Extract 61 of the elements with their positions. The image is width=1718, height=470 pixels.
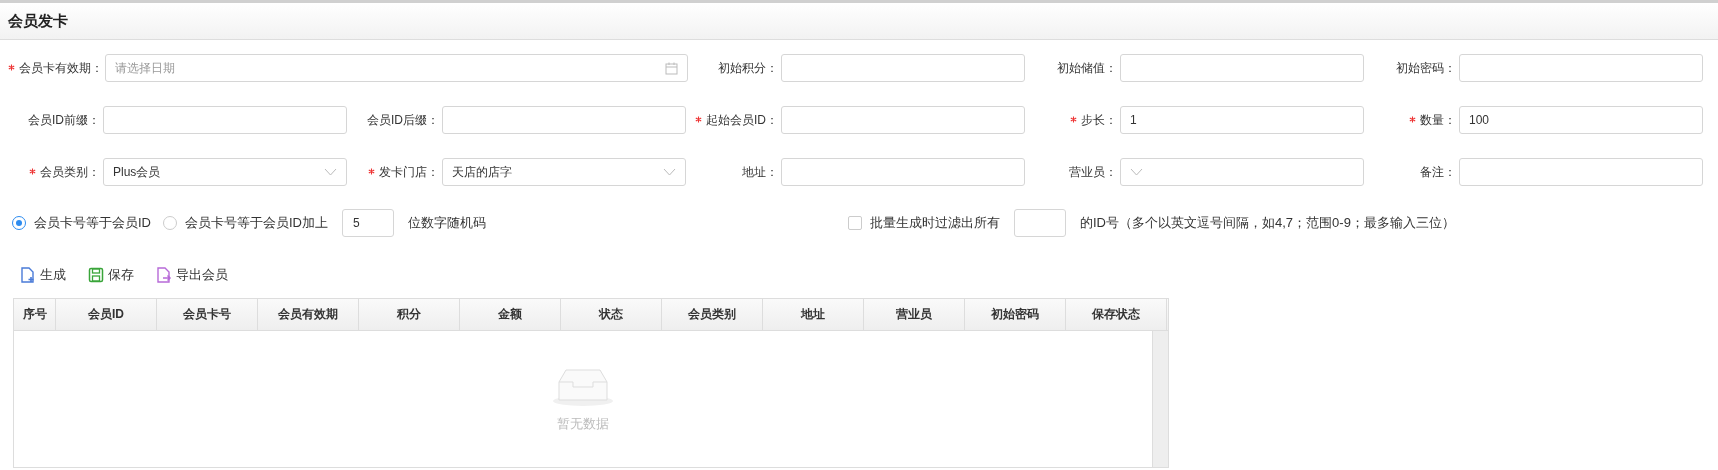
chevron-down-icon (1130, 168, 1143, 176)
column-header: 状态 (561, 299, 662, 330)
column-header: 序号 (14, 299, 56, 330)
column-header: 会员有效期 (258, 299, 359, 330)
input-field[interactable] (1459, 54, 1703, 82)
field-label: 起始会员ID： (706, 112, 778, 127)
column-header: 地址 (763, 299, 864, 330)
column-header: 保存状态 (1066, 299, 1167, 330)
field-label: 备注： (1420, 164, 1456, 179)
toolbar-button[interactable]: 保存 (88, 266, 134, 284)
input-field[interactable] (1459, 158, 1703, 186)
checkbox[interactable] (848, 216, 862, 230)
field-label: 会员类别： (40, 164, 100, 179)
input-field[interactable] (442, 106, 686, 134)
field-label: 数量： (1420, 112, 1456, 127)
field-label: 步长： (1081, 112, 1117, 127)
input-field[interactable]: 100 (1459, 106, 1703, 134)
select-field[interactable] (1120, 158, 1364, 186)
column-header: 会员类别 (662, 299, 763, 330)
column-header: 营业员 (864, 299, 965, 330)
select-field[interactable]: Plus会员 (103, 158, 347, 186)
file-plus-icon (20, 267, 36, 283)
checkbox-label[interactable]: 批量生成时过滤出所有 (870, 214, 1000, 232)
input-field[interactable] (1120, 54, 1364, 82)
input-field[interactable] (1014, 209, 1066, 237)
column-header: 初始密码 (965, 299, 1066, 330)
radio-label[interactable]: 会员卡号等于会员ID (34, 214, 151, 232)
field-label: 会员ID后缀： (367, 112, 439, 127)
chevron-down-icon (324, 168, 337, 176)
page-title: 会员发卡 (8, 11, 68, 31)
radio-button[interactable] (163, 216, 177, 230)
column-header: 积分 (359, 299, 460, 330)
field-label: 营业员： (1069, 164, 1117, 179)
toolbar-button[interactable]: 导出会员 (156, 266, 228, 284)
column-header: 金额 (460, 299, 561, 330)
input-field[interactable] (781, 106, 1025, 134)
radio-suffix: 位数字随机码 (408, 214, 486, 232)
column-header: 会员卡号 (157, 299, 258, 330)
input-field[interactable]: 1 (1120, 106, 1364, 134)
calendar-icon (665, 61, 678, 75)
input-field[interactable]: 5 (342, 209, 394, 237)
field-label: 地址： (742, 164, 778, 179)
filter-hint: 的ID号（多个以英文逗号间隔，如4,7；范围0-9；最多输入三位） (1080, 214, 1455, 232)
input-field[interactable] (103, 106, 347, 134)
field-label: 初始积分： (718, 60, 778, 75)
field-label: 发卡门店： (379, 164, 439, 179)
field-label: 初始储值： (1057, 60, 1117, 75)
chevron-down-icon (663, 168, 676, 176)
toolbar-button[interactable]: 生成 (20, 266, 66, 284)
field-label: 会员ID前缀： (28, 112, 100, 127)
radio-label[interactable]: 会员卡号等于会员ID加上 (185, 214, 328, 232)
empty-state-text: 暂无数据 (557, 415, 609, 433)
radio-button[interactable] (12, 216, 26, 230)
save-icon (88, 267, 104, 283)
file-export-icon (156, 267, 172, 283)
input-field[interactable] (781, 54, 1025, 82)
input-field[interactable] (781, 158, 1025, 186)
field-label: 会员卡有效期： (19, 60, 103, 75)
select-field[interactable]: 天店的店字 (442, 158, 686, 186)
column-header: 会员ID (56, 299, 157, 330)
field-label: 初始密码： (1396, 60, 1456, 75)
